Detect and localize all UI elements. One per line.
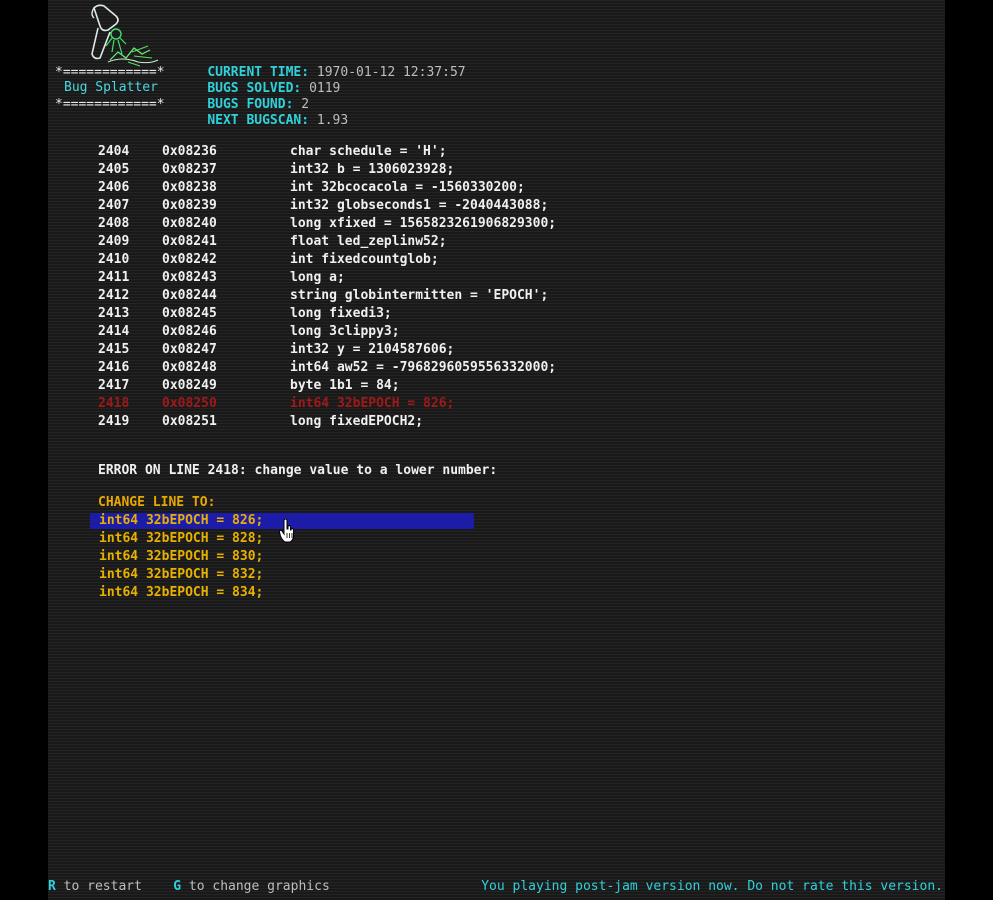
bug-splatter-logo-icon [91, 4, 159, 67]
line-number: 2417 [98, 378, 130, 393]
code-text: long fixedEPOCH2; [290, 414, 424, 429]
game-title: Bug Splatter [64, 80, 158, 95]
memory-address: 0x08251 [162, 414, 217, 429]
stat-value: 0119 [309, 81, 341, 96]
code-text: long 3clippy3; [290, 324, 400, 339]
memory-address: 0x08250 [162, 396, 217, 411]
code-text: int 32bcocacola = -1560330200; [290, 180, 525, 195]
line-number: 2414 [98, 324, 130, 339]
code-text: char schedule = 'H'; [290, 144, 447, 159]
code-text: float led_zeplinw52; [290, 234, 447, 249]
change-option[interactable]: int64 32bEPOCH = 830; [90, 549, 474, 565]
memory-address: 0x08238 [162, 180, 217, 195]
line-number: 2405 [98, 162, 130, 177]
code-text: long a; [290, 270, 345, 285]
code-text: int fixedcountglob; [290, 252, 439, 267]
hand-pointer-icon [279, 519, 294, 543]
code-text: byte 1b1 = 84; [290, 378, 400, 393]
logo-frame-bottom: *============* [55, 97, 165, 112]
line-number: 2419 [98, 414, 130, 429]
code-text: int64 32bEPOCH = 826; [290, 396, 455, 411]
memory-address: 0x08239 [162, 198, 217, 213]
line-number: 2408 [98, 216, 130, 231]
code-text: int32 globseconds1 = -2040443088; [290, 198, 549, 213]
change-option[interactable]: int64 32bEPOCH = 834; [90, 585, 474, 601]
graphics-hint: to change graphics [181, 879, 330, 894]
line-number: 2411 [98, 270, 130, 285]
code-text: int32 y = 2104587606; [290, 342, 455, 357]
line-number: 2407 [98, 198, 130, 213]
line-number: 2409 [98, 234, 130, 249]
restart-hint: to restart [55, 879, 142, 894]
line-number: 2415 [98, 342, 130, 357]
code-text: long xfixed = 1565823261906829300; [290, 216, 557, 231]
line-number: 2412 [98, 288, 130, 303]
stat-next-bugscan: NEXT BUGSCAN: 1.93 [176, 97, 348, 145]
stat-value: 1.93 [316, 113, 349, 128]
game-screen: *============* Bug Splatter *===========… [48, 0, 945, 900]
line-number: 2413 [98, 306, 130, 321]
memory-address: 0x08243 [162, 270, 217, 285]
memory-address: 0x08248 [162, 360, 217, 375]
line-number: 2410 [98, 252, 130, 267]
logo-frame-top: *============* [55, 65, 165, 80]
memory-address: 0x08247 [162, 342, 217, 357]
post-jam-notice: You playing post-jam version now. Do not… [481, 879, 943, 894]
change-line-heading: CHANGE LINE TO: [98, 495, 216, 510]
line-number: 2404 [98, 144, 130, 159]
memory-address: 0x08244 [162, 288, 217, 303]
memory-address: 0x08242 [162, 252, 217, 267]
restart-key[interactable]: R [48, 879, 56, 894]
stat-label: NEXT BUGSCAN: [207, 113, 310, 128]
memory-address: 0x08240 [162, 216, 217, 231]
memory-address: 0x08236 [162, 144, 217, 159]
code-text: int64 aw52 = -7968296059556332000; [290, 360, 557, 375]
memory-address: 0x08237 [162, 162, 217, 177]
code-text: int32 b = 1306023928; [290, 162, 455, 177]
code-text: long fixedi3; [290, 306, 392, 321]
line-number: 2418 [98, 396, 130, 411]
line-number: 2406 [98, 180, 130, 195]
code-text: string globintermitten = 'EPOCH'; [290, 288, 549, 303]
footer-controls: R to restart G to change graphics [48, 879, 330, 895]
change-option[interactable]: int64 32bEPOCH = 832; [90, 567, 474, 583]
memory-address: 0x08246 [162, 324, 217, 339]
graphics-key[interactable]: G [173, 879, 181, 894]
line-number: 2416 [98, 360, 130, 375]
memory-address: 0x08241 [162, 234, 217, 249]
memory-address: 0x08249 [162, 378, 217, 393]
error-message: ERROR ON LINE 2418: change value to a lo… [98, 463, 498, 478]
memory-address: 0x08245 [162, 306, 217, 321]
